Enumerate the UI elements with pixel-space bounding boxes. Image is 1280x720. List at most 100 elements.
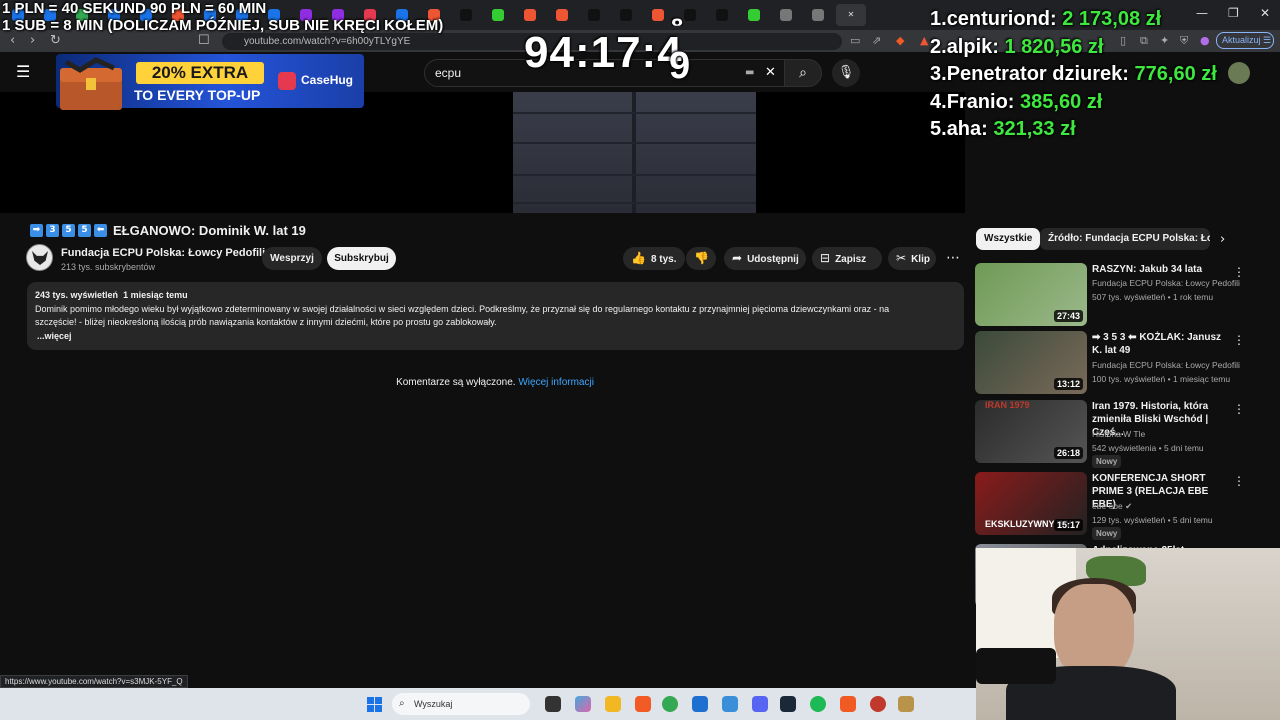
like-button[interactable]: 👍 8 tys.: [623, 247, 685, 270]
app-icon[interactable]: [752, 696, 768, 712]
chip-source[interactable]: Źródło: Fundacja ECPU Polska: Łowcy Pedo…: [1040, 228, 1210, 250]
video-menu-icon[interactable]: ⋮: [1233, 333, 1245, 347]
update-button[interactable]: Aktualizuj ☰: [1216, 32, 1274, 49]
microphone-icon: 🎙: [837, 65, 855, 80]
support-button[interactable]: Wesprzyj: [262, 247, 322, 270]
maximize-icon[interactable]: ❐: [1228, 6, 1239, 20]
related-video-channel[interactable]: ebe ebe ✔: [1092, 501, 1132, 512]
browser-tab[interactable]: [804, 4, 832, 26]
video-menu-icon[interactable]: ⋮: [1233, 402, 1245, 416]
thumbnail-text: IRAN 1979: [985, 400, 1030, 410]
hamburger-menu-icon[interactable]: ☰: [16, 62, 30, 81]
related-video-channel[interactable]: Fundacja ECPU Polska: Łowcy Pedofili: [1092, 278, 1240, 288]
save-label: Zapisz: [835, 254, 867, 265]
search-value: ecpu: [435, 66, 462, 80]
forward-icon[interactable]: ›: [30, 33, 35, 48]
video-title: ➡ 3 5 5 ⬅ EŁGANOWO: Dominik W. lat 19: [30, 223, 306, 238]
install-icon[interactable]: ▭: [850, 34, 860, 47]
browser-tab[interactable]: [548, 4, 576, 26]
file-explorer-icon[interactable]: [605, 696, 621, 712]
channel-name[interactable]: Fundacja ECPU Polska: Łowcy Pedofili: [61, 247, 265, 259]
leaderboard-amount: 321,33 zł: [993, 118, 1076, 140]
related-video-channel[interactable]: Historia W Tle: [1092, 429, 1145, 439]
close-window-icon[interactable]: ✕: [1260, 6, 1270, 20]
spotify-icon[interactable]: [810, 696, 826, 712]
copilot-icon[interactable]: [575, 696, 591, 712]
brave-icon[interactable]: [635, 696, 651, 712]
share-label: Udostępnij: [747, 254, 799, 265]
search-button[interactable]: ⌕: [784, 59, 822, 87]
chrome-icon[interactable]: [662, 696, 678, 712]
voice-search-button[interactable]: 🎙: [832, 59, 860, 87]
tab-favicon-icon: [492, 9, 504, 21]
back-icon[interactable]: ‹: [10, 33, 15, 48]
channel-avatar[interactable]: [26, 244, 53, 271]
store-icon[interactable]: [692, 696, 708, 712]
browser-tab[interactable]: [708, 4, 736, 26]
brave-beta-icon[interactable]: [840, 696, 856, 712]
related-video-title[interactable]: RASZYN: Jakub 34 lata: [1092, 263, 1230, 276]
streamer-webcam: [976, 548, 1280, 720]
browser-tab[interactable]: [516, 4, 544, 26]
related-video-card[interactable]: EKSKLUZYWNY WY... 15:17 KONFERENCJA SHORT …: [975, 472, 1245, 540]
share-icon[interactable]: ⇗: [872, 34, 881, 47]
windows-start-icon[interactable]: [367, 697, 382, 712]
video-thumbnail[interactable]: EKSKLUZYWNY WY... 15:17: [975, 472, 1087, 535]
browser-tab[interactable]: [644, 4, 672, 26]
save-button[interactable]: ⊟ Zapisz: [812, 247, 882, 270]
browser-tab[interactable]: [740, 4, 768, 26]
tab-active[interactable]: ✕: [836, 4, 866, 26]
subscribe-button[interactable]: Subskrybuj: [327, 247, 396, 270]
leaderboard-amount: 776,60 zł: [1134, 63, 1217, 85]
video-player[interactable]: [0, 92, 965, 213]
notepad-icon[interactable]: [722, 696, 738, 712]
leaderboard-rank-name: 1.: [930, 8, 947, 30]
video-thumbnail[interactable]: 13:12: [975, 331, 1087, 394]
related-video-card[interactable]: 13:12 ➡ 3 5 3 ⬅ KOŻLAK: Janusz K. lat 49 F…: [975, 331, 1245, 397]
video-menu-icon[interactable]: ⋮: [1233, 474, 1245, 488]
alert-icon[interactable]: ▲: [920, 34, 928, 47]
taskbar-search[interactable]: ⌕ Wyszukaj: [392, 693, 530, 715]
ad-brand: CaseHug: [278, 72, 353, 90]
more-actions-icon[interactable]: ⋯: [942, 247, 964, 270]
related-video-card[interactable]: IRAN 1979 26:18 Iran 1979. Historia, która…: [975, 400, 1245, 468]
title-emoji-icon: 5: [78, 224, 91, 237]
chevron-right-icon[interactable]: ›: [1220, 232, 1225, 247]
show-more-link[interactable]: ...więcej: [35, 330, 956, 344]
leaderboard-row: 1.centuriond: 2 173,08 zł: [930, 8, 1217, 36]
browser-tab[interactable]: [612, 4, 640, 26]
link-status-bar: https://www.youtube.com/watch?v=s3MJK-5Y…: [0, 675, 188, 688]
keyboard-icon[interactable]: ▬: [745, 60, 754, 86]
chip-all[interactable]: Wszystkie: [976, 228, 1041, 250]
clip-button[interactable]: ✂ Klip: [888, 247, 936, 270]
dislike-button[interactable]: 👎: [686, 247, 716, 270]
browser-tab[interactable]: [452, 4, 480, 26]
browser-tab[interactable]: [580, 4, 608, 26]
leaderboard-name: centuriond:: [946, 8, 1057, 30]
title-emoji-group: ➡ 3 5 5 ⬅: [30, 224, 110, 237]
treasure-chest-icon: [60, 57, 122, 110]
related-video-card[interactable]: 27:43 RASZYN: Jakub 34 lata Fundacja ECPU …: [975, 263, 1245, 329]
user-avatar[interactable]: [1228, 62, 1250, 84]
brave-shield-icon[interactable]: ◆: [896, 34, 904, 47]
game-icon[interactable]: [870, 696, 886, 712]
launcher-icon[interactable]: [898, 696, 914, 712]
related-video-channel[interactable]: Fundacja ECPU Polska: Łowcy Pedofili: [1092, 360, 1240, 370]
more-info-link[interactable]: Więcej informacji: [518, 377, 594, 388]
bookmark-icon[interactable]: ☐: [198, 33, 210, 48]
clear-search-icon[interactable]: ✕: [765, 60, 776, 86]
description-box[interactable]: 243 tys. wyświetleń 1 miesiąc temu Domin…: [27, 282, 964, 350]
related-video-title[interactable]: ➡ 3 5 3 ⬅ KOŻLAK: Janusz K. lat 49: [1092, 331, 1230, 357]
video-menu-icon[interactable]: ⋮: [1233, 265, 1245, 279]
task-view-icon[interactable]: [545, 696, 561, 712]
video-thumbnail[interactable]: 27:43: [975, 263, 1087, 326]
video-thumbnail[interactable]: IRAN 1979 26:18: [975, 400, 1087, 463]
steam-icon[interactable]: [780, 696, 796, 712]
browser-tab[interactable]: [484, 4, 512, 26]
video-title-text: EŁGANOWO: Dominik W. lat 19: [113, 223, 306, 238]
related-video-meta: 507 tys. wyświetleń • 1 rok temu: [1092, 292, 1214, 302]
browser-tab[interactable]: [772, 4, 800, 26]
share-button[interactable]: ➦ Udostępnij: [724, 247, 806, 270]
reload-icon[interactable]: ↻: [50, 33, 61, 48]
share-arrow-icon: ➦: [732, 251, 743, 265]
